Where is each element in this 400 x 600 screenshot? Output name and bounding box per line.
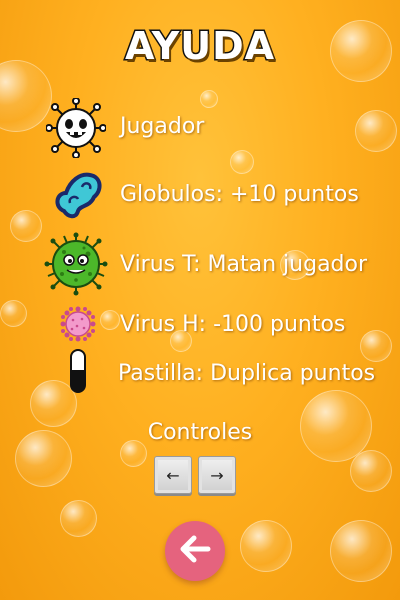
pink-virus-icon — [60, 306, 96, 342]
legend-label-player: Jugador — [120, 114, 205, 139]
green-virus-icon — [44, 232, 108, 296]
blue-globule-icon — [50, 167, 106, 223]
legend-item-pill: Pastilla: Duplica puntos — [0, 345, 400, 405]
legend-item-globule: Globulos: +10 puntos — [0, 165, 400, 225]
left-arrow-icon: ← — [166, 465, 180, 485]
legend-label-pill: Pastilla: Duplica puntos — [118, 361, 376, 386]
legend-label-virus-t: Virus T: Matan jugador — [120, 252, 368, 277]
pill-icon — [68, 347, 88, 395]
legend-item-virus-t: Virus T: Matan jugador — [0, 232, 400, 296]
page-title: AYUDA — [123, 23, 276, 70]
right-arrow-icon: → — [210, 465, 224, 485]
legend-item-player: Jugador — [0, 97, 400, 159]
left-arrow-key[interactable]: ← — [154, 456, 192, 494]
controls-label: Controles — [147, 420, 253, 445]
back-button[interactable] — [165, 521, 225, 581]
back-arrow-icon — [178, 535, 212, 567]
white-spiky-player-icon — [45, 97, 107, 159]
right-arrow-key[interactable]: → — [198, 456, 236, 494]
legend-label-virus-h: Virus H: -100 puntos — [120, 312, 346, 337]
legend-label-globule: Globulos: +10 puntos — [120, 182, 359, 207]
